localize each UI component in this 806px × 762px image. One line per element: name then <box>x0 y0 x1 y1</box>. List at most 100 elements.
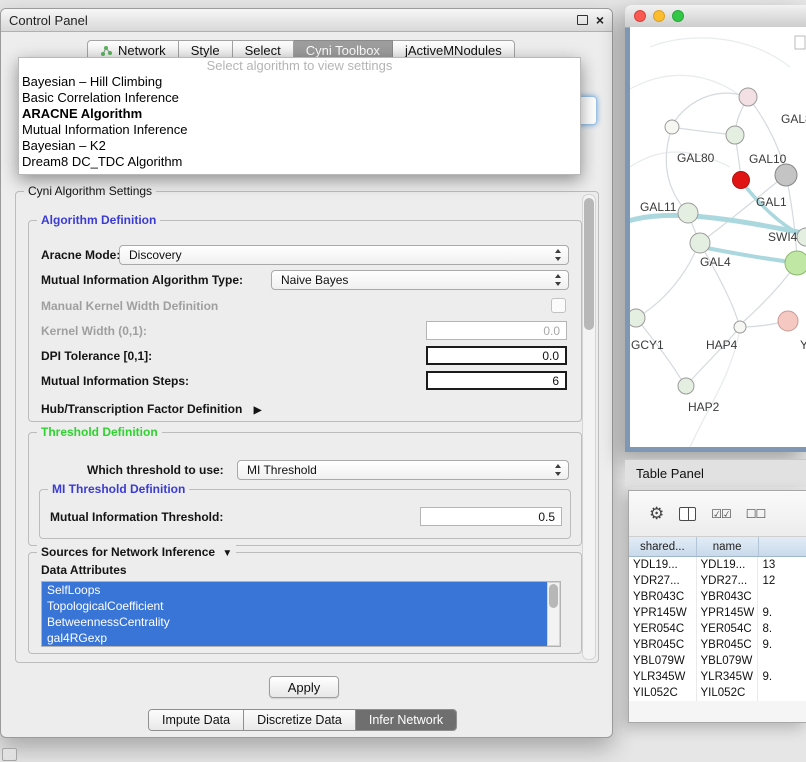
select-all-icon[interactable]: ☑☑ <box>711 507 731 521</box>
which-threshold-select[interactable]: MI Threshold <box>237 460 569 480</box>
table-cell[interactable]: YIL052C <box>697 685 759 701</box>
window-grip[interactable] <box>2 748 17 761</box>
control-panel-titlebar[interactable]: Control Panel × <box>1 9 612 32</box>
sources-group-title[interactable]: Sources for Network Inference ▼ <box>37 545 236 559</box>
algorithm-definition-group: Algorithm Definition Aracne Mode: Discov… <box>28 220 582 422</box>
mi-steps-input[interactable]: 6 <box>426 371 567 390</box>
hub-definition-toggle[interactable]: Hub/Transcription Factor Definition ▶ <box>41 402 261 416</box>
network-node[interactable] <box>726 126 744 144</box>
network-node[interactable] <box>775 164 797 186</box>
table-row[interactable]: YBR045C YBR045C 9. <box>629 637 806 653</box>
table-cell[interactable]: YLR345W <box>629 669 697 685</box>
data-attributes-list[interactable]: SelfLoops TopologicalCoefficient Between… <box>41 581 561 647</box>
settings-scrollbar[interactable] <box>582 194 596 660</box>
table-cell[interactable]: YLR345W <box>697 669 759 685</box>
table-toolbar: ⚙ ☑☑ ☐☐ <box>629 491 806 537</box>
table-row[interactable]: YIL052C YIL052C <box>629 685 806 701</box>
aracne-mode-label: Aracne Mode: <box>41 248 120 262</box>
list-scrollbar-thumb[interactable] <box>549 584 558 608</box>
table-cell[interactable]: YBL079W <box>629 653 697 669</box>
algorithm-option[interactable]: Basic Correlation Inference <box>19 90 580 106</box>
table-cell[interactable] <box>758 589 806 605</box>
network-node[interactable] <box>785 251 806 275</box>
mi-threshold-input[interactable]: 0.5 <box>420 507 562 526</box>
table-row[interactable]: YBR043C YBR043C <box>629 589 806 605</box>
table-row[interactable]: YDL19... YDL19... 13 <box>629 557 806 573</box>
table-row[interactable]: YBL079W YBL079W <box>629 653 806 669</box>
table-cell[interactable]: YPR145W <box>629 605 697 621</box>
algorithm-option[interactable]: Mutual Information Inference <box>19 122 580 138</box>
column-header-partial[interactable] <box>759 537 806 556</box>
table-cell[interactable]: YER054C <box>629 621 697 637</box>
minimize-button[interactable] <box>653 10 665 22</box>
tab-impute-data[interactable]: Impute Data <box>149 710 243 730</box>
dpi-tolerance-input[interactable]: 0.0 <box>426 346 567 365</box>
zoom-button[interactable] <box>672 10 684 22</box>
table-cell[interactable]: YBR045C <box>697 637 759 653</box>
apply-button[interactable]: Apply <box>269 676 339 698</box>
network-node[interactable] <box>630 309 645 327</box>
table-cell[interactable]: YDL19... <box>697 557 759 573</box>
table-row[interactable]: YER054C YER054C 8. <box>629 621 806 637</box>
list-item[interactable]: BetweennessCentrality <box>42 614 548 630</box>
float-window-icon[interactable] <box>577 15 588 25</box>
close-icon[interactable]: × <box>596 15 604 25</box>
table-cell[interactable]: YIL052C <box>629 685 697 701</box>
columns-icon[interactable] <box>679 507 696 521</box>
table-row[interactable]: YLR345W YLR345W 9. <box>629 669 806 685</box>
manual-kernel-label: Manual Kernel Width Definition <box>41 299 218 313</box>
table-cell[interactable]: 8. <box>758 621 806 637</box>
table-panel-header: Table Panel <box>625 459 806 487</box>
list-item[interactable]: TopologicalCoefficient <box>42 598 548 614</box>
table-cell[interactable] <box>758 685 806 701</box>
table-cell[interactable]: YDR27... <box>629 573 697 589</box>
network-node[interactable] <box>734 321 746 333</box>
column-header-shared-name[interactable]: shared... <box>629 537 697 556</box>
tab-discretize-data[interactable]: Discretize Data <box>243 710 355 730</box>
table-cell[interactable]: YBR045C <box>629 637 697 653</box>
tab-infer-network[interactable]: Infer Network <box>355 710 456 730</box>
network-node[interactable] <box>678 203 698 223</box>
network-node[interactable] <box>678 378 694 394</box>
list-scrollbar[interactable] <box>547 582 560 646</box>
table-cell[interactable]: 13 <box>758 557 806 573</box>
network-node[interactable] <box>778 311 798 331</box>
table-cell[interactable]: YER054C <box>697 621 759 637</box>
algorithm-option-selected[interactable]: ARACNE Algorithm <box>19 106 580 122</box>
table-cell[interactable]: YDL19... <box>629 557 697 573</box>
table-cell[interactable]: 12 <box>758 573 806 589</box>
gear-icon[interactable]: ⚙ <box>649 504 664 524</box>
kernel-width-label: Kernel Width (0,1): <box>41 324 147 338</box>
dpi-tolerance-label: DPI Tolerance [0,1]: <box>41 349 152 363</box>
deselect-all-icon[interactable]: ☐☐ <box>746 507 766 521</box>
algorithm-dropdown-popup: Select algorithm to view settings Bayesi… <box>18 57 581 175</box>
network-node-selected[interactable] <box>733 172 750 189</box>
table-cell[interactable]: 9. <box>758 605 806 621</box>
close-button[interactable] <box>634 10 646 22</box>
list-item[interactable]: SelfLoops <box>42 582 548 598</box>
table-cell[interactable]: YBR043C <box>629 589 697 605</box>
table-cell[interactable]: YBL079W <box>697 653 759 669</box>
window-title: Control Panel <box>9 13 88 28</box>
network-window-titlebar[interactable] <box>625 5 806 28</box>
list-item[interactable]: gal4RGexp <box>42 630 548 646</box>
algorithm-option[interactable]: Bayesian – Hill Climbing <box>19 74 580 90</box>
network-node[interactable] <box>690 233 710 253</box>
aracne-mode-select[interactable]: Discovery <box>119 245 569 265</box>
table-cell[interactable]: 9. <box>758 637 806 653</box>
column-header-name[interactable]: name <box>697 537 759 556</box>
network-canvas[interactable]: GAL80 GAL10 GAL11 GAL1 SWI4 GAL4 GCY1 HA… <box>630 27 806 447</box>
table-cell[interactable] <box>758 653 806 669</box>
network-node[interactable] <box>665 120 679 134</box>
table-cell[interactable]: YDR27... <box>697 573 759 589</box>
table-cell[interactable]: 9. <box>758 669 806 685</box>
settings-scrollbar-thumb[interactable] <box>584 198 594 330</box>
algorithm-option[interactable]: Dream8 DC_TDC Algorithm <box>19 154 580 170</box>
table-row[interactable]: YDR27... YDR27... 12 <box>629 573 806 589</box>
mi-type-select[interactable]: Naive Bayes <box>271 270 569 290</box>
network-node[interactable] <box>739 88 757 106</box>
algorithm-option[interactable]: Bayesian – K2 <box>19 138 580 154</box>
table-cell[interactable]: YBR043C <box>697 589 759 605</box>
table-row[interactable]: YPR145W YPR145W 9. <box>629 605 806 621</box>
table-cell[interactable]: YPR145W <box>697 605 759 621</box>
